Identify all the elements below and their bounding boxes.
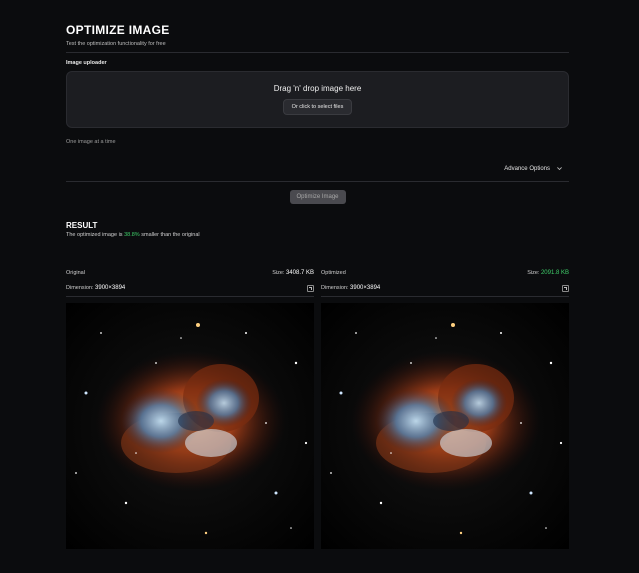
page-subtitle: Test the optimization functionality for …	[66, 41, 166, 47]
result-title: RESULT	[66, 221, 98, 230]
optimized-label: Optimized	[321, 270, 346, 276]
optimized-size: Size: 2091.8 KB	[527, 270, 569, 276]
original-dimension-label: Dimension:	[66, 285, 94, 291]
comparison-panels: Original Size: 3408.7 KB Dimension: 3900…	[66, 268, 569, 549]
dropzone-title: Drag 'n' drop image here	[273, 84, 362, 93]
optimized-size-value: 2091.8 KB	[540, 270, 569, 276]
nebula-image	[66, 303, 314, 549]
result-text-suffix: smaller than the original	[139, 232, 200, 238]
optimize-image-button[interactable]: Optimize Image	[289, 190, 346, 204]
advance-options-label: Advance Options	[504, 165, 550, 172]
divider	[66, 52, 569, 53]
result-percent: 38.8%	[124, 232, 140, 238]
nebula-image	[321, 303, 569, 549]
divider	[66, 296, 314, 297]
original-dimension: Dimension: 3900×3894	[66, 285, 125, 291]
original-size-value: 3408.7 KB	[285, 270, 314, 276]
result-summary: The optimized image is 38.8% smaller tha…	[66, 232, 569, 238]
original-dimension-value: 3900×3894	[95, 285, 126, 291]
original-panel: Original Size: 3408.7 KB Dimension: 3900…	[66, 268, 314, 549]
original-label: Original	[66, 270, 85, 276]
optimized-size-label: Size:	[527, 270, 540, 276]
uploader-helper: One image at a time	[66, 139, 116, 145]
expand-icon[interactable]	[562, 284, 569, 292]
original-image	[66, 303, 314, 549]
original-size: Size: 3408.7 KB	[272, 270, 314, 276]
optimizer-page: OPTIMIZE IMAGE Test the optimization fun…	[66, 18, 569, 238]
divider	[66, 181, 569, 182]
divider	[321, 296, 569, 297]
select-files-button[interactable]: Or click to select files	[282, 99, 353, 115]
original-size-label: Size:	[272, 270, 285, 276]
advance-options-toggle[interactable]: Advance Options	[66, 165, 569, 172]
optimized-dimension-label: Dimension:	[321, 285, 349, 291]
uploader-label: Image uploader	[66, 60, 107, 66]
optimized-image	[321, 303, 569, 549]
optimized-dimension-value: 3900×3894	[350, 285, 381, 291]
optimized-dimension: Dimension: 3900×3894	[321, 285, 380, 291]
page-title: OPTIMIZE IMAGE	[66, 23, 170, 37]
result-text-prefix: The optimized image is	[66, 232, 125, 238]
chevron-down-icon	[556, 165, 563, 172]
optimized-panel: Optimized Size: 2091.8 KB Dimension: 390…	[321, 268, 569, 549]
expand-icon[interactable]	[307, 284, 314, 292]
image-dropzone[interactable]: Drag 'n' drop image here Or click to sel…	[66, 71, 569, 128]
